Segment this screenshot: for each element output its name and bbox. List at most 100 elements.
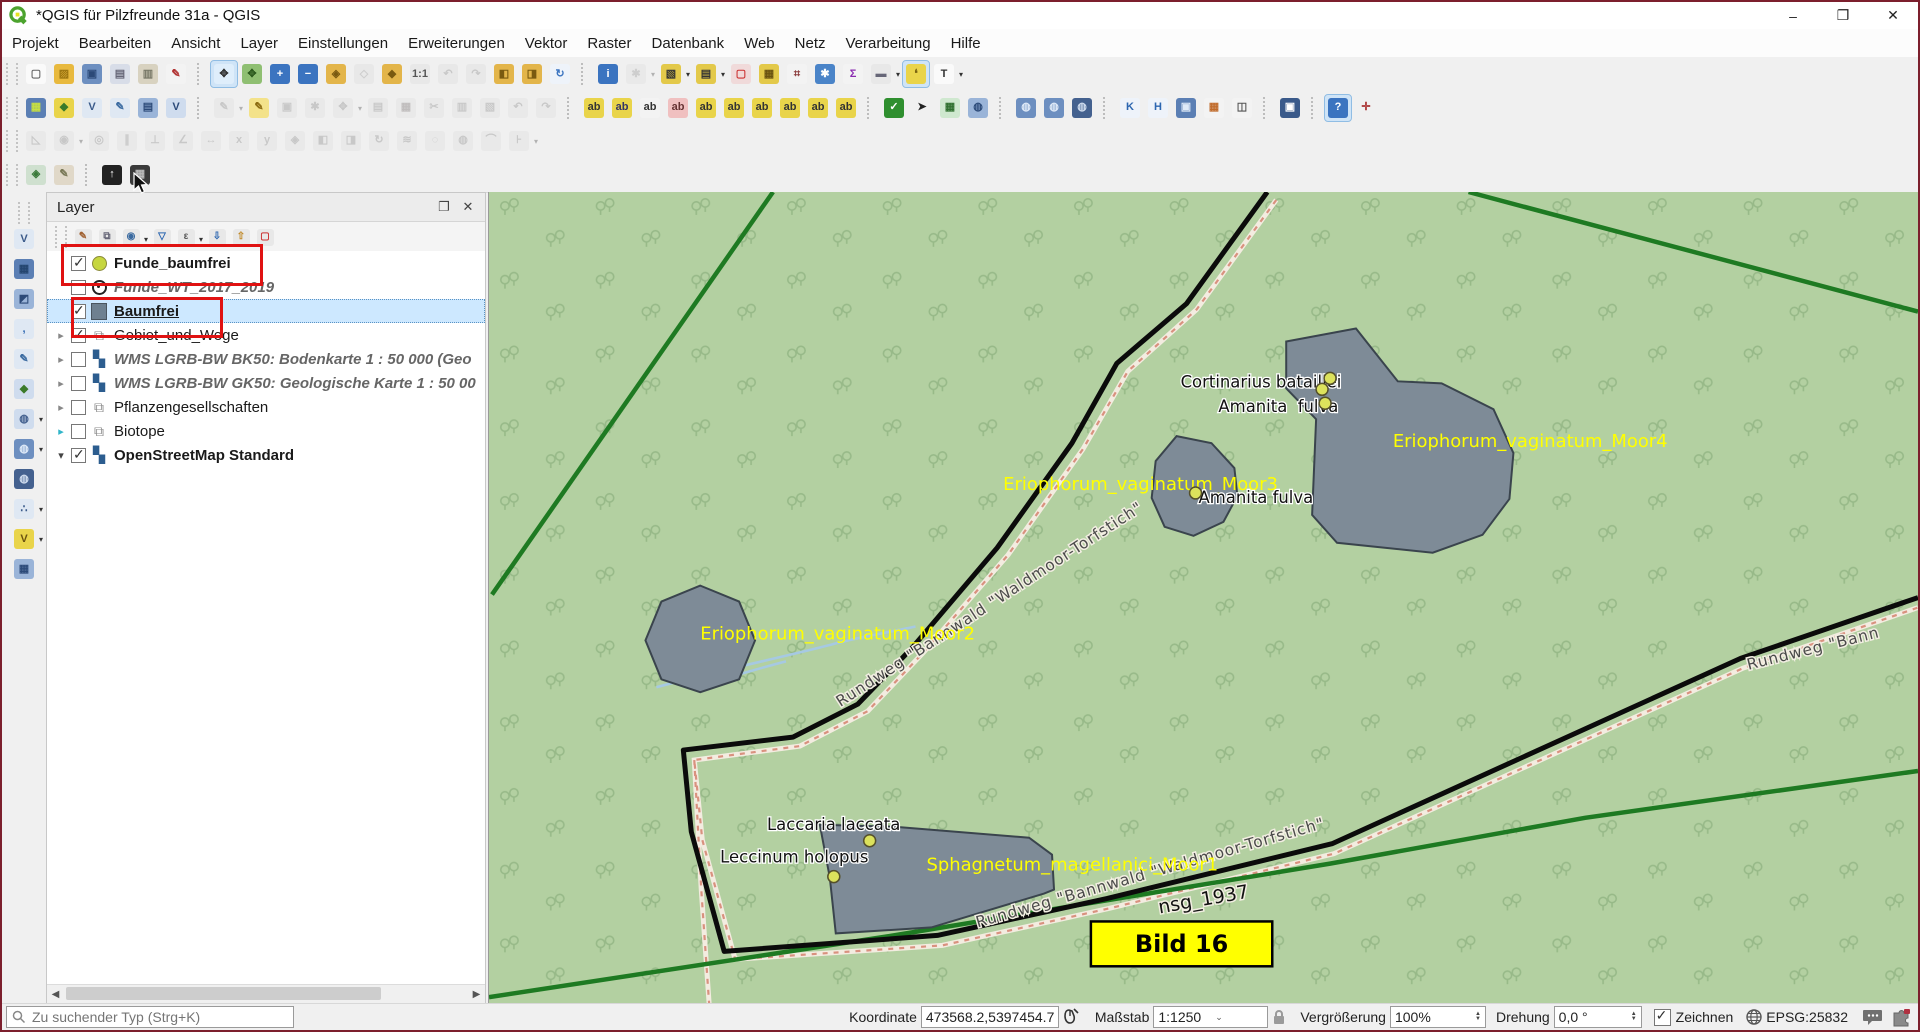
add-postgis-layer-icon[interactable]: ◍▾ [11,406,37,432]
manage-map-themes-icon[interactable]: ◉▾ [120,226,142,248]
web-globe-2-icon[interactable]: ◍ [1041,95,1067,121]
toolbar-grip[interactable] [18,202,30,224]
layer-visibility-checkbox[interactable] [71,424,86,439]
menu-layer[interactable]: Layer [230,31,288,56]
menu-datenbank[interactable]: Datenbank [642,31,735,56]
dropdown-caret-icon[interactable]: ▾ [39,415,43,424]
open-layer-styling-icon[interactable]: ✎ [72,226,94,248]
dropdown-caret-icon[interactable]: ▾ [199,235,203,244]
menu-ansicht[interactable]: Ansicht [161,31,230,56]
locator-search[interactable] [6,1006,294,1028]
unpin-labels-icon[interactable]: ab [721,95,747,121]
new-bookmark-icon[interactable]: ◧ [491,61,517,87]
coordinate-capture-icon[interactable]: ➤ [909,95,935,121]
mmqgis-icon[interactable]: ▣ [1173,95,1199,121]
filter-by-expression-icon[interactable]: ε▾ [175,226,197,248]
new-virtual-layer-icon[interactable]: V▾ [11,526,37,552]
label-single-icon[interactable]: ab [637,95,663,121]
layer-visibility-checkbox[interactable] [71,328,86,343]
add-mesh-layer-icon[interactable]: ◩ [11,286,37,312]
add-wms-layer-icon[interactable]: ◍▾ [11,436,37,462]
data-source-manager-icon[interactable]: ▦ [23,95,49,121]
spinner-icon[interactable]: ▲▼ [1475,1012,1481,1022]
scrollbar-thumb[interactable] [66,987,381,1000]
zoom-to-layer-icon[interactable]: ◆ [379,61,405,87]
open-attribute-table-icon[interactable]: ▦ [756,61,782,87]
add-raster-layer-icon[interactable]: ▦ [11,256,37,282]
tasks-puzzle-icon[interactable] [1890,1007,1912,1027]
new-print-layout-icon[interactable]: ▤ [107,61,133,87]
add-geopackage-layer-icon[interactable]: ◆ [11,376,37,402]
zoom-in-icon[interactable]: + [267,61,293,87]
filter-legend-icon[interactable]: ▽ [151,226,173,248]
video-capture-icon[interactable]: ▣ [1277,95,1303,121]
menu-bearbeiten[interactable]: Bearbeiten [69,31,162,56]
menu-verarbeitung[interactable]: Verarbeitung [836,31,941,56]
select-features-icon[interactable]: ▧▾ [658,61,684,87]
panel-float-button[interactable]: ❐ [435,199,453,215]
expand-arrow-icon[interactable]: ▸ [53,329,69,342]
dropdown-caret-icon[interactable]: ▾ [686,70,690,79]
layer-item-baumfrei[interactable]: Baumfrei [47,299,485,323]
add-delimited-text-icon[interactable]: , [11,316,37,342]
close-button[interactable]: ✕ [1868,2,1918,29]
zoom-out-icon[interactable]: − [295,61,321,87]
osm-check-icon[interactable]: ✓ [881,95,907,121]
rotate-label-icon[interactable]: ab [805,95,831,121]
layer-item-gebiet-und-wege[interactable]: ▸⧉Gebiet_und_Wege [47,323,485,347]
new-shapefile-icon[interactable]: V [79,95,105,121]
coordinate-field[interactable]: 473568.2,5397454.7 [921,1006,1059,1028]
rotation-spinbox[interactable]: 0,0 °▲▼ [1554,1006,1642,1028]
scroll-right-icon[interactable]: ▶ [468,989,485,1000]
pin-labels-icon[interactable]: ab [693,95,719,121]
layer-visibility-checkbox[interactable] [71,280,86,295]
toolbar-grip[interactable] [6,97,18,119]
show-bookmarks-icon[interactable]: ◨ [519,61,545,87]
search-input[interactable] [30,1008,293,1026]
result-table-icon[interactable]: ▦ [937,95,963,121]
add-group-icon[interactable]: ⧉ [96,226,118,248]
field-calculator-icon[interactable]: ⌗ [784,61,810,87]
color-grid-icon[interactable]: ▦ [1201,95,1227,121]
map-svg[interactable]: Rundweg "Bannwald "Waldmoor-Torfstich"Ru… [489,192,1918,1004]
layer-item-wms-lgrb-bw-bk50-bodenkarte-1-[interactable]: ▸▚WMS LGRB-BW BK50: Bodenkarte 1 : 50 00… [47,347,485,371]
layout-manager-icon[interactable]: ▥ [135,61,161,87]
magnifier-spinbox[interactable]: 100%▲▼ [1390,1006,1486,1028]
layer-visibility-checkbox[interactable] [71,376,86,391]
expand-arrow-icon[interactable]: ▸ [53,425,69,438]
messages-bubble-icon[interactable] [1862,1008,1884,1027]
help-contents-icon[interactable]: ? [1325,95,1351,121]
open-project-icon[interactable]: ▨ [51,61,77,87]
toolbar-grip[interactable] [6,164,18,186]
zoom-native-icon[interactable]: 1:1 [407,61,433,87]
collapse-all-icon[interactable]: ⇧ [230,226,252,248]
mouse-position-toggle-icon[interactable] [1062,1008,1082,1026]
expand-arrow-icon[interactable]: ▾ [53,449,69,462]
dropdown-caret-icon[interactable]: ▾ [39,445,43,454]
georeferencer-icon[interactable]: ✎ [51,162,77,188]
dropdown-caret-icon[interactable]: ▾ [79,137,83,146]
save-project-icon[interactable]: ▣ [79,61,105,87]
toolbar-grip[interactable] [55,226,67,248]
menu-einstellungen[interactable]: Einstellungen [288,31,398,56]
expand-all-icon[interactable]: ⇩ [206,226,228,248]
checkbox-checked-icon[interactable] [1654,1009,1671,1026]
map-canvas[interactable]: Rundweg "Bannwald "Waldmoor-Torfstich"Ru… [488,192,1918,1004]
statistics-sum-icon[interactable]: Σ [840,61,866,87]
show-hidden-labels-icon[interactable]: ab [749,95,775,121]
export-html-icon[interactable]: H [1145,95,1171,121]
layer-item-openstreetmap-standard[interactable]: ▾▚OpenStreetMap Standard [47,443,485,467]
toolbar-grip[interactable] [6,130,18,152]
map-tips-icon[interactable]: ❛ [903,61,929,87]
menu-vektor[interactable]: Vektor [515,31,578,56]
attribute-columns-icon[interactable]: ◫ [1229,95,1255,121]
menu-hilfe[interactable]: Hilfe [941,31,991,56]
layer-item-pflanzengesellschaften[interactable]: ▸⧉Pflanzengesellschaften [47,395,485,419]
dropdown-caret-icon[interactable]: ▾ [651,70,655,79]
layer-item-funde-wt-2017-2019[interactable]: Funde_WT_2017_2019 [47,275,485,299]
zoom-full-icon[interactable]: ◈ [323,61,349,87]
add-spatialite-layer-icon[interactable]: ✎ [11,346,37,372]
grass-tools-icon[interactable]: ◈ [23,162,49,188]
menu-projekt[interactable]: Projekt [2,31,69,56]
expand-arrow-icon[interactable]: ▸ [53,401,69,414]
